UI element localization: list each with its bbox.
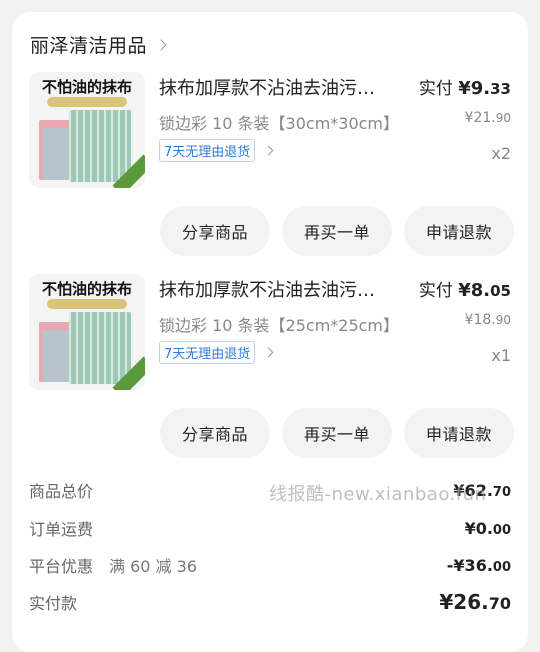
original-cents: 90	[495, 111, 511, 125]
order-card: 丽泽清洁用品 不怕油的抹布 抹布加厚款不沾油去油污… 锁边彩 10 条装【30c…	[12, 12, 528, 652]
product-spec: 锁边彩 10 条装【25cm*25cm】	[159, 316, 400, 335]
summary-final-value: ¥26.70	[439, 590, 511, 614]
thumbnail-badge	[47, 299, 127, 309]
paid-amount: ¥9.	[458, 78, 491, 99]
paid-price: 实付 ¥8.05	[419, 276, 511, 301]
summary-shipping-amount: ¥0.	[464, 518, 493, 538]
store-name[interactable]: 丽泽清洁用品	[30, 31, 147, 58]
buy-again-button[interactable]: 再买一单	[282, 408, 392, 458]
buy-again-button[interactable]: 再买一单	[282, 206, 392, 256]
summary-final-label: 实付款	[29, 594, 78, 613]
quantity: x2	[491, 144, 511, 163]
summary-shipping-value: ¥0.00	[465, 519, 511, 538]
summary-shipping-cents: 00	[492, 522, 511, 538]
paid-cents: 05	[490, 282, 511, 300]
summary-shipping-row: 订单运费 ¥0.00	[29, 516, 511, 540]
summary-final-row: 实付款 ¥26.70	[29, 590, 511, 614]
thumbnail-title: 不怕油的抹布	[41, 280, 132, 298]
watermark: 线报酷-new.xianbao.fun	[269, 484, 487, 505]
summary-promo-value: -¥36.00	[447, 556, 511, 575]
original-amount: ¥18.	[464, 312, 496, 328]
summary-total-cents: 70	[492, 484, 511, 500]
store-header[interactable]: 丽泽清洁用品	[30, 31, 167, 58]
thumbnail-badge	[47, 97, 127, 107]
share-product-button[interactable]: 分享商品	[160, 206, 270, 256]
return-policy-label: 7天无理由退货	[159, 139, 256, 162]
original-price: ¥18.90	[465, 312, 511, 328]
thumbnail-title: 不怕油的抹布	[41, 78, 132, 96]
return-policy-tag[interactable]: 7天无理由退货	[159, 341, 274, 364]
paid-cents: 33	[490, 80, 511, 98]
order-item: 不怕油的抹布 抹布加厚款不沾油去油污… 锁边彩 10 条装【30cm*30cm】…	[12, 72, 528, 272]
original-cents: 90	[495, 313, 511, 327]
summary-shipping-label: 订单运费	[29, 520, 94, 539]
summary-promo-cents: 00	[492, 559, 511, 575]
summary-final-amount: ¥26.	[439, 590, 489, 614]
summary-total-label: 商品总价	[29, 482, 94, 501]
product-thumbnail[interactable]: 不怕油的抹布	[29, 274, 145, 390]
summary-promo: 平台优惠满 60 减 36	[29, 553, 197, 577]
return-policy-tag[interactable]: 7天无理由退货	[159, 139, 274, 162]
item-actions: 分享商品 再买一单 申请退款	[160, 206, 514, 256]
summary-final-cents: 70	[488, 594, 511, 613]
cloth-green	[69, 110, 131, 182]
paid-amount: ¥8.	[458, 280, 491, 301]
summary-promo-detail: 满 60 减 36	[109, 557, 197, 576]
quantity: x1	[491, 346, 511, 365]
share-product-button[interactable]: 分享商品	[160, 408, 270, 458]
chevron-right-icon	[263, 347, 274, 358]
order-item: 不怕油的抹布 抹布加厚款不沾油去油污… 锁边彩 10 条装【25cm*25cm】…	[12, 274, 528, 474]
paid-price: 实付 ¥9.33	[419, 74, 511, 99]
item-actions: 分享商品 再买一单 申请退款	[160, 408, 514, 458]
request-refund-button[interactable]: 申请退款	[404, 408, 514, 458]
summary-promo-label: 平台优惠	[29, 557, 94, 576]
original-price: ¥21.90	[465, 110, 511, 126]
product-thumbnail[interactable]: 不怕油的抹布	[29, 72, 145, 188]
product-title[interactable]: 抹布加厚款不沾油去油污…	[159, 74, 399, 100]
original-amount: ¥21.	[464, 110, 496, 126]
return-policy-label: 7天无理由退货	[159, 341, 256, 364]
paid-label: 实付	[418, 79, 459, 99]
product-spec: 锁边彩 10 条装【30cm*30cm】	[159, 114, 400, 133]
summary-promo-row: 平台优惠满 60 减 36 -¥36.00	[29, 553, 511, 577]
summary-promo-amount: -¥36.	[446, 555, 493, 575]
product-title[interactable]: 抹布加厚款不沾油去油污…	[159, 276, 399, 302]
request-refund-button[interactable]: 申请退款	[404, 206, 514, 256]
chevron-right-icon	[263, 145, 274, 156]
chevron-right-icon[interactable]	[155, 38, 167, 51]
paid-label: 实付	[418, 281, 459, 301]
cloth-green	[69, 312, 131, 384]
